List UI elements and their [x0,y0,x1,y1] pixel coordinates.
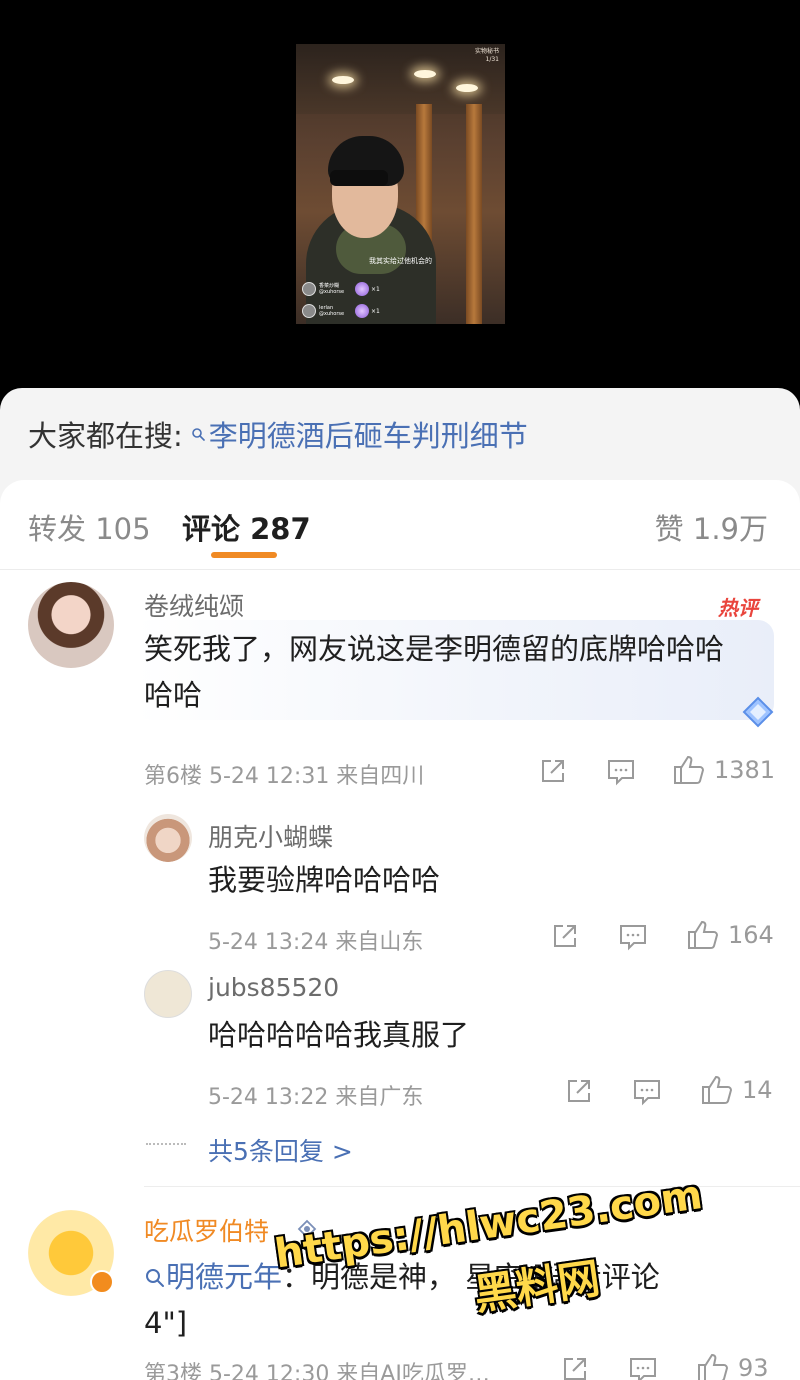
thumbs-up-icon [698,1353,729,1380]
thumbs-up-icon [674,755,705,784]
comment-meta: 第6楼 5-24 12:31 来自四川 [144,764,425,789]
video-caption: 我其实给过他机会的 [369,257,432,265]
comment-icon [630,1358,656,1380]
trending-search-link[interactable]: 李明德酒后砸车判刑细节 [191,413,528,455]
comment-author[interactable]: 吃瓜罗伯特 [144,1212,269,1248]
comment-author[interactable]: 卷绒纯颂 [144,587,244,623]
like-button[interactable]: 93 [696,1352,769,1380]
gift-count: ×1 [371,285,380,293]
tab-comments[interactable]: 评论 287 [182,506,311,548]
search-icon [191,428,205,441]
pillar [466,104,482,324]
like-count: 14 [742,1076,773,1104]
gift-icon [355,304,369,318]
reply-button[interactable] [632,1076,662,1106]
reply-meta: 5-24 13:22 来自广东 [208,1085,424,1110]
gift-user-text: 香菜炒糊 @xuhorse [319,283,353,295]
thumbs-up-icon [702,1075,733,1104]
share-button[interactable] [550,921,580,951]
gift-row: 香菜炒糊 @xuhorse ×1 [302,282,380,296]
like-button[interactable]: 14 [700,1074,773,1106]
comment-divider [144,1186,800,1187]
hot-comment-badge: 热评 [718,596,758,620]
comment-text[interactable]: 笑死我了，网友说这是李明德留的底牌哈哈哈 哈哈 [144,626,724,718]
reply-text[interactable]: 哈哈哈哈哈我真服了 [208,1012,469,1058]
like-count: 1381 [714,756,776,784]
share-icon [564,1358,586,1380]
thumbs-up-icon [688,920,719,949]
tab-active-indicator [211,552,277,558]
ceiling-light [456,84,478,92]
share-icon [542,760,564,782]
like-count: 93 [738,1354,769,1380]
ceiling-light [414,70,436,78]
share-button[interactable] [560,1354,590,1380]
more-replies-dots [146,1143,186,1145]
ceiling-light [332,76,354,84]
verified-badge-icon [90,1270,114,1294]
comment-icon [634,1080,660,1106]
share-button[interactable] [538,756,568,786]
avatar[interactable] [28,582,114,668]
trending-search-bar: 大家都在搜: 李明德酒后砸车判刑细节 [0,388,800,480]
comment-text-line: 笑死我了，网友说这是李明德留的底牌哈哈哈 [144,632,725,666]
person-sunglasses [330,170,388,186]
gift-user-sub: @xuhorse [319,311,345,317]
reply-button[interactable] [606,756,636,786]
tab-repost[interactable]: 转发 105 [28,506,151,548]
trending-search-query: 李明德酒后砸车判刑细节 [208,419,528,453]
avatar[interactable] [144,814,192,862]
video-badge-line1: 实物秘书 [474,48,499,55]
like-button[interactable]: 1381 [672,754,775,786]
gift-count: ×1 [371,307,380,315]
topic-link[interactable]: 明德元年 [144,1260,282,1294]
more-replies-link[interactable]: 共5条回复 > [208,1132,353,1168]
share-icon [568,1080,590,1102]
gift-user-avatar [302,304,316,318]
comment-icon [608,760,634,786]
comment-icon [620,925,646,951]
like-button[interactable]: 164 [686,919,774,951]
tab-likes[interactable]: 赞 1.9万 [655,506,768,548]
search-icon [146,1269,164,1287]
gift-user-avatar [302,282,316,296]
share-button[interactable] [564,1076,594,1106]
gift-icon [355,282,369,296]
tab-bar: 转发 105 评论 287 赞 1.9万 [0,480,800,570]
gift-user-text: lerlan @xuhorse [319,305,353,317]
reply-meta: 5-24 13:24 来自山东 [208,930,424,955]
diamond-icon [742,696,774,728]
reply-text[interactable]: 我要验牌哈哈哈哈 [208,857,440,903]
gift-user-sub: @xuhorse [319,289,345,295]
reply-author[interactable]: 朋克小蝴蝶 [208,818,333,854]
video-frame[interactable]: 实物秘书 1/31 我其实给过他机会的 香菜炒糊 @xuhorse ×1 ler… [296,44,505,324]
video-player[interactable]: 实物秘书 1/31 我其实给过他机会的 香菜炒糊 @xuhorse ×1 ler… [0,0,800,400]
avatar[interactable] [144,970,192,1018]
like-count: 164 [728,921,774,949]
comment-meta: 第3楼 5-24 12:30 来自AI吃瓜罗… [144,1362,490,1380]
trending-search-prefix: 大家都在搜: [28,419,183,453]
topic-link-text: 明德元年 [166,1260,283,1294]
reply-button[interactable] [618,921,648,951]
video-badge-line2: 1/31 [485,56,499,63]
comment-text-line: 哈哈 [144,678,203,712]
gift-row: lerlan @xuhorse ×1 [302,304,380,318]
reply-button[interactable] [628,1354,658,1380]
share-icon [554,925,576,947]
video-badge: 实物秘书 1/31 [475,48,499,64]
reply-author[interactable]: jubs85520 [208,973,339,1002]
